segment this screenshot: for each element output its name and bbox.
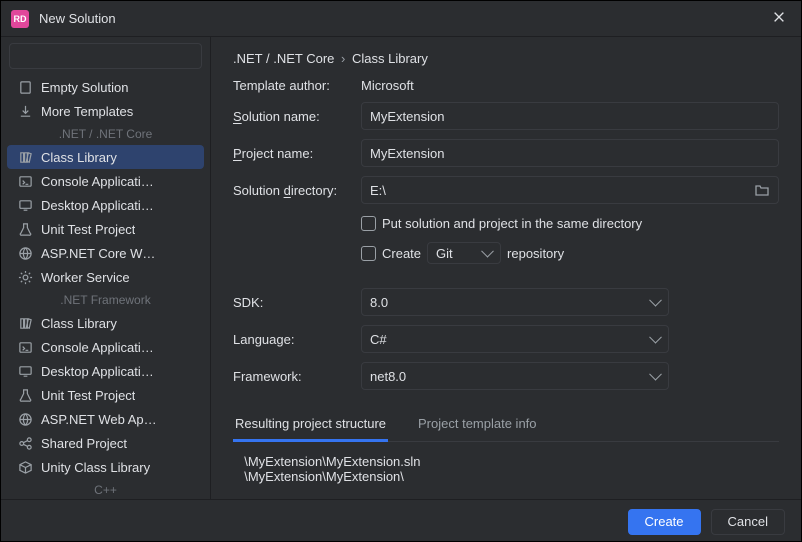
sidebar-item-1-0[interactable]: Class Library [7,311,204,335]
console-icon [17,173,33,189]
vcs-select[interactable]: Git [427,242,501,264]
sidebar-item-label: Shared Project [41,436,127,451]
gear-icon [17,269,33,285]
sidebar-item-0-2[interactable]: Desktop Applicati… [7,193,204,217]
window-title: New Solution [39,11,767,26]
doc-icon [17,79,33,95]
sdk-select[interactable]: 8.0 [361,288,669,316]
sidebar-item-label: Unity Class Library [41,460,150,475]
share-icon [17,435,33,451]
language-label: Language: [233,332,355,347]
template-tree: Empty Solution More Templates .NET / .NET … [1,73,210,499]
sidebar-item-0-1[interactable]: Console Applicati… [7,169,204,193]
sidebar-item-label: More Templates [41,104,133,119]
dialog-footer: Create Cancel [1,499,801,542]
sidebar-top-1[interactable]: More Templates [7,99,204,123]
sidebar-group-header: .NET / .NET Core [7,123,204,145]
globe-icon [17,245,33,261]
framework-select[interactable]: net8.0 [361,362,669,390]
close-icon [772,10,786,24]
sidebar-group-header: C++ [7,479,204,499]
sidebar-item-1-5[interactable]: Shared Project [7,431,204,455]
sidebar-item-label: Console Applicati… [41,174,154,189]
create-repo-checkbox[interactable] [361,246,376,261]
framework-label: Framework: [233,369,355,384]
sidebar-item-label: Console Applicati… [41,340,154,355]
sidebar-item-0-4[interactable]: ASP.NET Core W… [7,241,204,265]
cancel-button[interactable]: Cancel [711,509,785,535]
download-icon [17,103,33,119]
project-name-input[interactable] [361,139,779,167]
tab-structure[interactable]: Resulting project structure [233,410,388,442]
solution-name-input[interactable] [361,102,779,130]
tab-template-info[interactable]: Project template info [416,410,539,442]
sidebar-item-label: ASP.NET Core W… [41,246,155,261]
create-button[interactable]: Create [628,509,701,535]
sidebar-item-1-4[interactable]: ASP.NET Web Ap… [7,407,204,431]
breadcrumb-item: Class Library [352,51,428,66]
sidebar-item-label: Desktop Applicati… [41,198,154,213]
content-pane: .NET / .NET Core › Class Library Templat… [211,37,801,499]
lib-icon [17,315,33,331]
sidebar-item-label: Worker Service [41,270,130,285]
solution-name-label: Solution name: [233,109,355,124]
title-bar: RD New Solution [1,1,801,37]
template-author-value: Microsoft [361,78,779,93]
breadcrumb-group: .NET / .NET Core [233,51,334,66]
sidebar-item-label: Class Library [41,316,117,331]
breadcrumb: .NET / .NET Core › Class Library [233,51,779,66]
app-icon: RD [11,10,29,28]
folder-icon[interactable] [754,182,770,198]
sidebar-group-header: .NET Framework [7,289,204,311]
desktop-icon [17,197,33,213]
sidebar-item-1-6[interactable]: Unity Class Library [7,455,204,479]
search-field[interactable] [20,49,196,64]
desktop-icon [17,363,33,379]
sidebar-item-0-5[interactable]: Worker Service [7,265,204,289]
test-icon [17,387,33,403]
sidebar-item-1-3[interactable]: Unit Test Project [7,383,204,407]
create-repo-label-post: repository [507,246,564,261]
console-icon [17,339,33,355]
sidebar-item-label: Unit Test Project [41,222,135,237]
test-icon [17,221,33,237]
sidebar-item-label: Empty Solution [41,80,128,95]
sidebar-item-0-3[interactable]: Unit Test Project [7,217,204,241]
solution-directory-input[interactable] [361,176,779,204]
create-repo-label-pre: Create [382,246,421,261]
same-directory-checkbox[interactable] [361,216,376,231]
solution-directory-label: Solution directory: [233,183,355,198]
globe-icon [17,411,33,427]
content-tabs: Resulting project structure Project temp… [233,410,779,442]
lib-icon [17,149,33,165]
sidebar-item-0-0[interactable]: Class Library [7,145,204,169]
close-button[interactable] [767,10,791,27]
sidebar-top-0[interactable]: Empty Solution [7,75,204,99]
sidebar-item-label: Class Library [41,150,117,165]
project-name-label: Project name: [233,146,355,161]
project-structure: \MyExtension\MyExtension.sln \MyExtensio… [233,442,779,496]
chevron-right-icon: › [341,51,345,66]
sdk-label: SDK: [233,295,355,310]
same-directory-label: Put solution and project in the same dir… [382,216,642,231]
sidebar: Empty Solution More Templates .NET / .NET … [1,37,211,499]
sidebar-item-label: Unit Test Project [41,388,135,403]
search-input[interactable] [9,43,202,69]
package-icon [17,459,33,475]
template-author-label: Template author: [233,78,355,93]
language-select[interactable]: C# [361,325,669,353]
sidebar-item-label: ASP.NET Web Ap… [41,412,157,427]
sidebar-item-1-2[interactable]: Desktop Applicati… [7,359,204,383]
sidebar-item-1-1[interactable]: Console Applicati… [7,335,204,359]
sidebar-item-label: Desktop Applicati… [41,364,154,379]
